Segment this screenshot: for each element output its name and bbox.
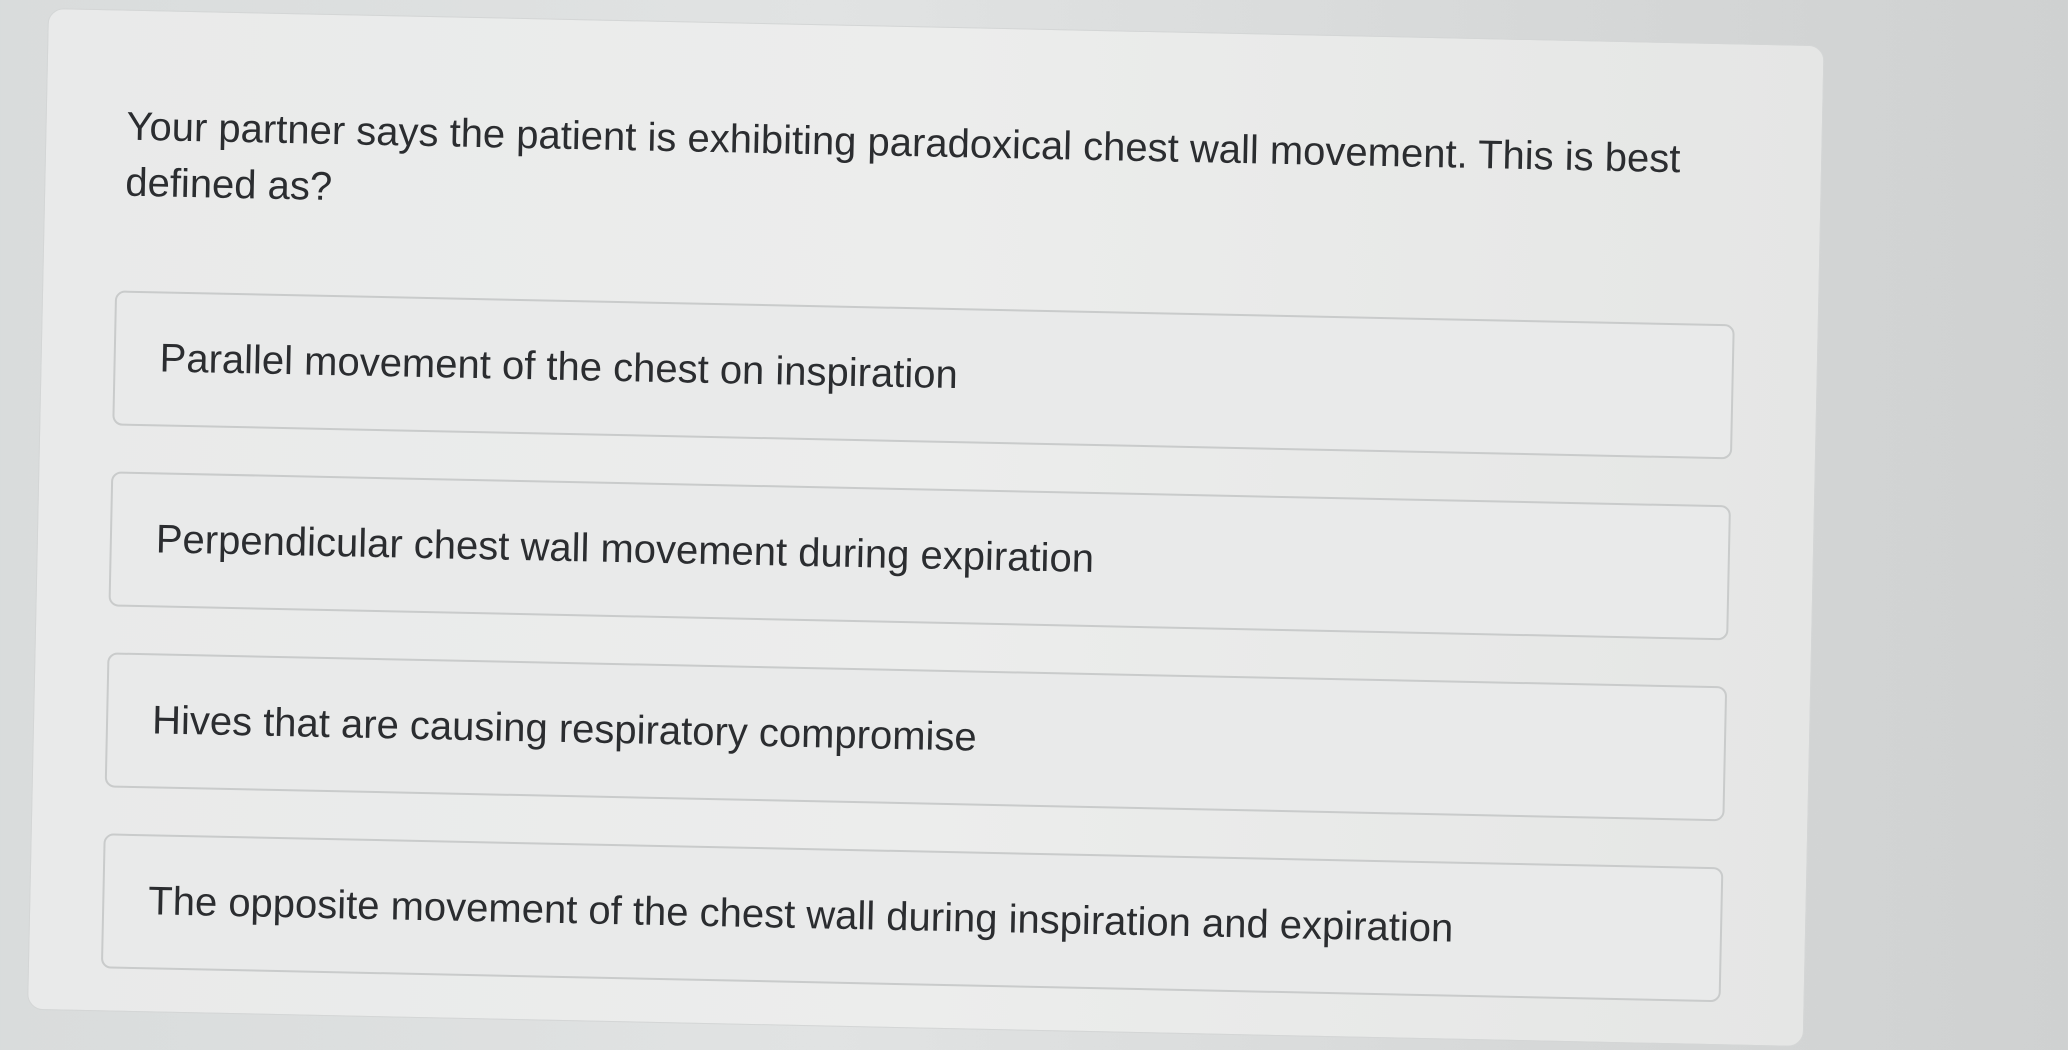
answer-option-1[interactable]: Parallel movement of the chest on inspir…	[112, 290, 1735, 460]
answer-option-4[interactable]: The opposite movement of the chest wall …	[100, 833, 1724, 1003]
answer-option-3[interactable]: Hives that are causing respiratory compr…	[104, 652, 1728, 822]
question-text: Your partner says the patient is exhibit…	[124, 104, 1681, 209]
question-card: Your partner says the patient is exhibit…	[27, 8, 1825, 1047]
answer-options-list: Parallel movement of the chest on inspir…	[100, 290, 1735, 1048]
answer-option-2[interactable]: Perpendicular chest wall movement during…	[108, 471, 1731, 641]
